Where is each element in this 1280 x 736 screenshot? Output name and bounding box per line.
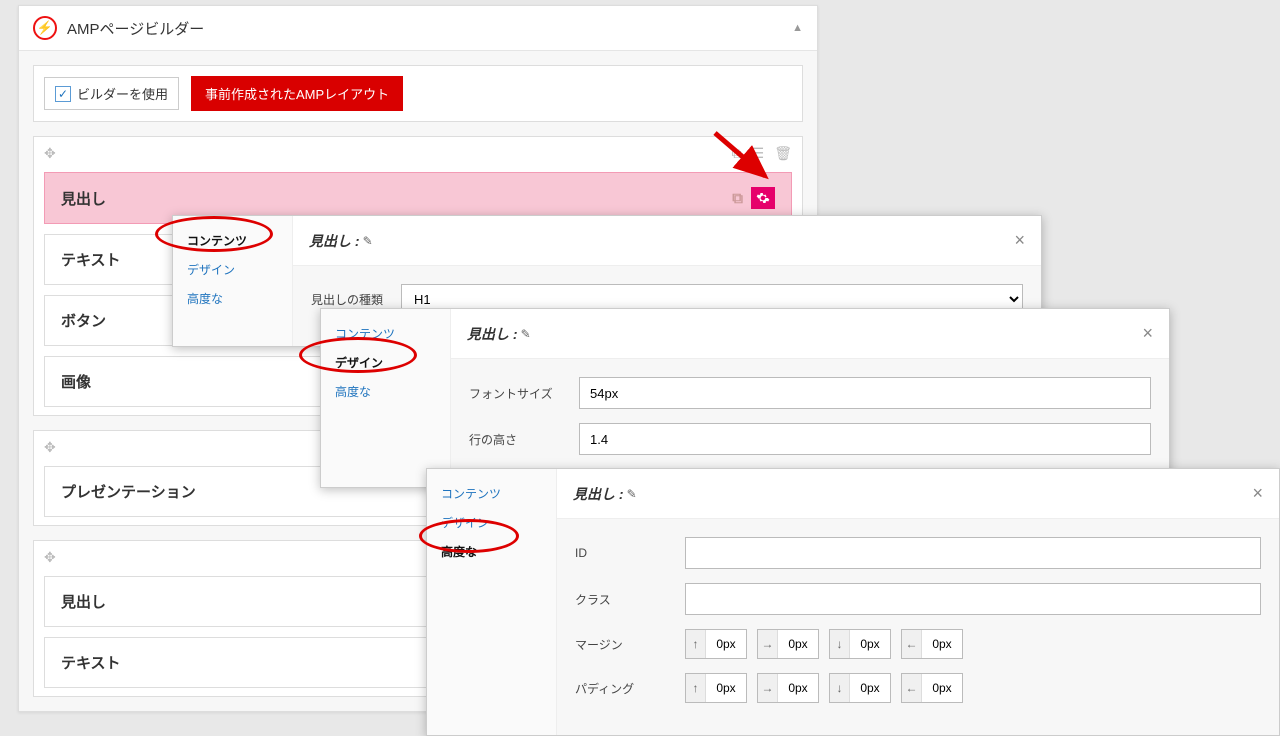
close-icon[interactable]: × — [1252, 483, 1263, 504]
dialog-title: 見出し : — [467, 324, 518, 344]
arrow-right-icon: → — [758, 674, 778, 702]
nav-content[interactable]: コンテンツ — [427, 479, 556, 508]
heading-type-label: 見出しの種類 — [311, 291, 401, 308]
margin-right-input[interactable] — [778, 630, 818, 658]
dialog-title: 見出し : — [573, 484, 624, 504]
pencil-icon[interactable]: ✎ — [521, 327, 531, 341]
padding-label: パディング — [575, 680, 685, 697]
margin-group: ↑ → ↓ ← — [685, 629, 963, 659]
settings-dialog-design: コンテンツ デザイン 高度な 見出し : ✎ × フォントサイズ 行の高さ — [320, 308, 1170, 488]
builder-toolbar: ✓ ビルダーを使用 事前作成されたAMPレイアウト — [33, 65, 803, 122]
nav-advanced[interactable]: 高度な — [173, 284, 292, 313]
margin-left-input[interactable] — [922, 630, 962, 658]
settings-dialog-advanced: コンテンツ デザイン 高度な 見出し : ✎ × ID クラス マージン ↑ → — [426, 468, 1280, 736]
id-input[interactable] — [685, 537, 1261, 569]
arrow-left-icon: ← — [902, 674, 922, 702]
fontsize-label: フォントサイズ — [469, 385, 579, 402]
pencil-icon[interactable]: ✎ — [627, 487, 637, 501]
padding-bottom-input[interactable] — [850, 674, 890, 702]
nav-content[interactable]: コンテンツ — [321, 319, 450, 348]
id-label: ID — [575, 546, 685, 560]
padding-right[interactable]: → — [757, 673, 819, 703]
module-button-label: ボタン — [61, 313, 106, 330]
fontsize-input[interactable] — [579, 377, 1151, 409]
padding-bottom[interactable]: ↓ — [829, 673, 891, 703]
checkbox-icon: ✓ — [55, 86, 71, 102]
margin-bottom[interactable]: ↓ — [829, 629, 891, 659]
padding-top[interactable]: ↑ — [685, 673, 747, 703]
margin-top-input[interactable] — [706, 630, 746, 658]
module-text-label: テキスト — [61, 252, 121, 269]
use-builder-checkbox[interactable]: ✓ ビルダーを使用 — [44, 77, 179, 110]
margin-top[interactable]: ↑ — [685, 629, 747, 659]
padding-left-input[interactable] — [922, 674, 962, 702]
drag-icon[interactable]: ✥ — [44, 549, 56, 566]
drag-icon[interactable]: ✥ — [44, 439, 56, 456]
arrow-down-icon: ↓ — [830, 674, 850, 702]
arrow-left-icon: ← — [902, 630, 922, 658]
margin-right[interactable]: → — [757, 629, 819, 659]
module-presentation-label: プレゼンテーション — [61, 484, 196, 501]
nav-design[interactable]: デザイン — [427, 508, 556, 537]
premade-layout-button[interactable]: 事前作成されたAMPレイアウト — [191, 76, 403, 111]
builder-title: AMPページビルダー — [67, 18, 782, 39]
bolt-icon: ⚡ — [33, 16, 57, 40]
dialog-title: 見出し : — [309, 231, 360, 251]
class-input[interactable] — [685, 583, 1261, 615]
module-heading2-label: 見出し — [61, 594, 106, 611]
collapse-icon[interactable]: ▲ — [792, 22, 803, 34]
margin-label: マージン — [575, 636, 685, 653]
module-text2-label: テキスト — [61, 655, 121, 672]
nav-advanced[interactable]: 高度な — [427, 537, 556, 566]
arrow-down-icon: ↓ — [830, 630, 850, 658]
dialog-body: 見出し : ✎ × フォントサイズ 行の高さ — [451, 309, 1169, 487]
drag-icon[interactable]: ✥ — [44, 145, 56, 162]
dialog-nav: コンテンツ デザイン 高度な — [321, 309, 451, 487]
arrow-up-icon: ↑ — [686, 674, 706, 702]
builder-header: ⚡ AMPページビルダー ▲ — [19, 6, 817, 51]
nav-advanced[interactable]: 高度な — [321, 377, 450, 406]
use-builder-label: ビルダーを使用 — [77, 84, 168, 103]
nav-design[interactable]: デザイン — [321, 348, 450, 377]
close-icon[interactable]: × — [1142, 323, 1153, 344]
close-icon[interactable]: × — [1014, 230, 1025, 251]
dialog-nav: コンテンツ デザイン 高度な — [427, 469, 557, 735]
gear-icon — [756, 191, 770, 205]
class-label: クラス — [575, 591, 685, 608]
menu-icon[interactable]: ☰ — [752, 145, 765, 162]
module-heading-label: 見出し — [61, 188, 106, 209]
dialog-body: 見出し : ✎ × ID クラス マージン ↑ → ↓ ← — [557, 469, 1279, 735]
dialog-nav: コンテンツ デザイン 高度な — [173, 216, 293, 346]
trash-icon[interactable]: 🗑 — [774, 145, 792, 162]
padding-left[interactable]: ← — [901, 673, 963, 703]
padding-right-input[interactable] — [778, 674, 818, 702]
section-toolbar: ✥ ⧉ ☰ 🗑 — [44, 145, 792, 162]
nav-content[interactable]: コンテンツ — [173, 226, 292, 255]
nav-design[interactable]: デザイン — [173, 255, 292, 284]
copy-icon[interactable]: ⧉ — [732, 145, 742, 162]
pencil-icon[interactable]: ✎ — [363, 234, 373, 248]
module-image-label: 画像 — [61, 374, 91, 391]
arrow-right-icon: → — [758, 630, 778, 658]
lineheight-label: 行の高さ — [469, 431, 579, 448]
padding-group: ↑ → ↓ ← — [685, 673, 963, 703]
padding-top-input[interactable] — [706, 674, 746, 702]
lineheight-input[interactable] — [579, 423, 1151, 455]
margin-left[interactable]: ← — [901, 629, 963, 659]
copy-icon[interactable]: ⧉ — [732, 190, 743, 207]
arrow-up-icon: ↑ — [686, 630, 706, 658]
margin-bottom-input[interactable] — [850, 630, 890, 658]
gear-button[interactable] — [751, 187, 775, 209]
